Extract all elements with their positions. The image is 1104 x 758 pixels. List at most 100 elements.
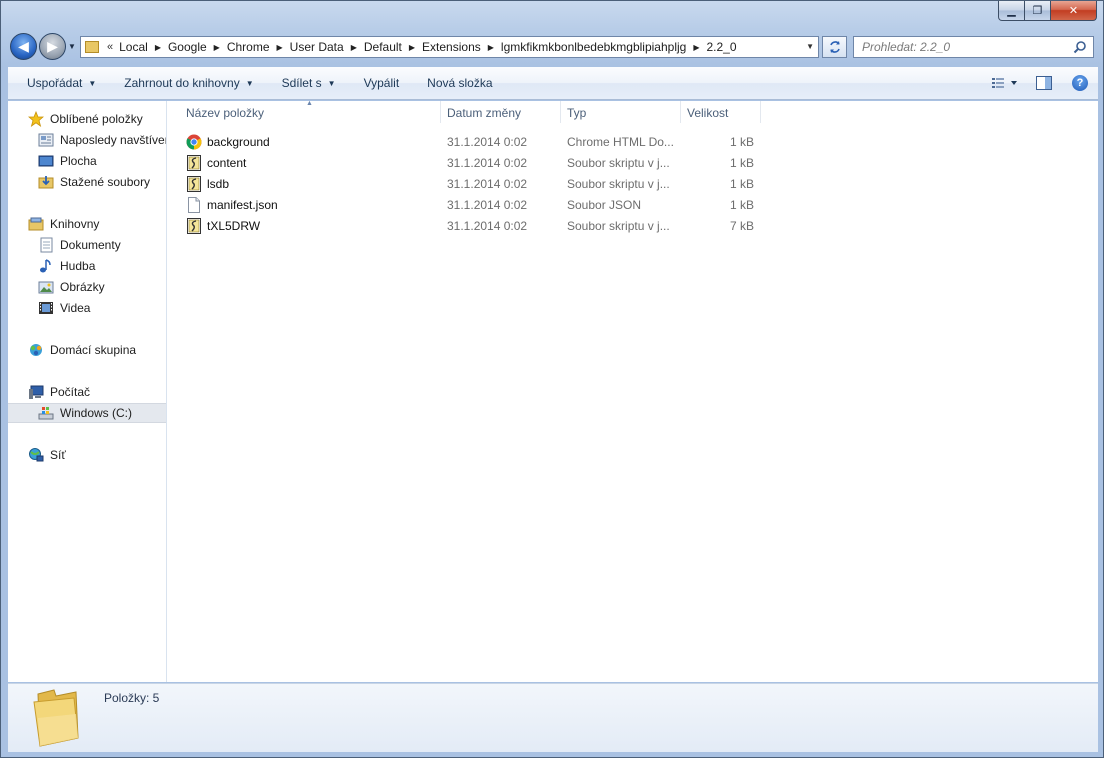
computer-icon	[28, 384, 44, 400]
breadcrumb-chrome[interactable]: Chrome ▶	[227, 40, 290, 54]
refresh-icon	[829, 41, 840, 53]
file-size: 1 kB	[729, 176, 754, 191]
forward-button[interactable]: ▶	[39, 33, 66, 60]
documents-icon	[38, 237, 54, 253]
file-row[interactable]: lsdb 31.1.2014 0:02 Soubor skriptu v j..…	[168, 173, 768, 194]
explorer-window: ▁ ❐ ✕ ◀ ▶ ▼ « Local ▶ Google ▶ Chrome ▶ Use…	[0, 0, 1104, 758]
breadcrumb-overflow-button[interactable]: «	[107, 41, 113, 53]
file-name-cell[interactable]: content	[186, 152, 436, 173]
burn-button[interactable]: Vypálit	[350, 67, 414, 99]
file-name: manifest.json	[207, 197, 278, 212]
nav-desktop[interactable]: Plocha	[38, 151, 166, 171]
client-area: Oblíbené položky Naposledy navštívené Pl…	[8, 100, 1098, 682]
file-name-cell[interactable]: manifest.json	[186, 194, 436, 215]
file-name-cell[interactable]: background	[186, 131, 436, 152]
libraries-icon	[28, 216, 44, 232]
breadcrumb-version[interactable]: 2.2_0	[707, 40, 737, 54]
address-bar[interactable]: « Local ▶ Google ▶ Chrome ▶ User Data ▶ Defa…	[80, 36, 819, 58]
navigation-pane[interactable]: Oblíbené položky Naposledy navštívené Pl…	[8, 101, 167, 682]
nav-network-label: Síť	[50, 448, 66, 462]
file-name: content	[207, 155, 247, 170]
nav-recent-label: Naposledy navštívené	[60, 133, 167, 147]
breadcrumb-arrow-icon[interactable]: ▶	[155, 43, 161, 52]
change-view-button[interactable]	[986, 67, 1026, 99]
nav-music-label: Hudba	[60, 259, 96, 273]
breadcrumb-default[interactable]: Default ▶	[364, 40, 422, 54]
address-history-dropdown-icon[interactable]: ▼	[806, 42, 814, 51]
search-input[interactable]	[862, 40, 1062, 54]
nav-homegroup-label: Domácí skupina	[50, 343, 137, 357]
breadcrumb-arrow-icon[interactable]: ▶	[693, 43, 699, 52]
nav-videos-label: Videa	[60, 301, 91, 315]
preview-pane-button[interactable]	[1026, 67, 1062, 99]
breadcrumb-extensions[interactable]: Extensions ▶	[422, 40, 501, 54]
file-row[interactable]: content 31.1.2014 0:02 Soubor skriptu v …	[168, 152, 768, 173]
organize-menu-button[interactable]: Uspořádat ▼	[8, 67, 110, 99]
breadcrumb-google[interactable]: Google ▶	[168, 40, 227, 54]
search-box[interactable]	[853, 36, 1094, 58]
folder-icon	[85, 41, 99, 53]
nav-recent-places[interactable]: Naposledy navštívené	[38, 130, 167, 150]
nav-homegroup[interactable]: Domácí skupina	[28, 340, 166, 360]
file-name-cell[interactable]: tXL5DRW	[186, 215, 436, 236]
back-button[interactable]: ◀	[10, 33, 37, 60]
file-type: Soubor skriptu v j...	[567, 155, 670, 170]
column-header-date[interactable]: Datum změny	[429, 101, 561, 124]
breadcrumb-local[interactable]: Local ▶	[119, 40, 168, 54]
file-size: 1 kB	[729, 155, 754, 170]
nav-drive-c-label: Windows (C:)	[60, 406, 133, 420]
preview-pane-icon	[1036, 76, 1052, 90]
sort-ascending-icon: ▲	[306, 100, 313, 107]
minimize-button[interactable]: ▁	[998, 1, 1025, 21]
column-header-size[interactable]: Velikost	[669, 101, 759, 124]
nav-pictures[interactable]: Obrázky	[38, 277, 166, 297]
nav-documents[interactable]: Dokumenty	[38, 235, 166, 255]
breadcrumb-arrow-icon[interactable]: ▶	[277, 43, 283, 52]
nav-downloads[interactable]: Stažené soubory	[38, 172, 166, 192]
nav-drive-c[interactable]: Windows (C:)	[8, 403, 166, 423]
maximize-button[interactable]: ❐	[1025, 1, 1051, 21]
file-list-view[interactable]: ▲ Název položky Datum změny Typ Velikost	[168, 100, 1098, 682]
item-count-label: Položky: 5	[104, 691, 160, 705]
refresh-button[interactable]	[822, 36, 847, 58]
nav-favorites[interactable]: Oblíbené položky	[28, 109, 166, 129]
title-bar[interactable]: ▁ ❐ ✕	[1, 1, 1103, 29]
nav-libraries[interactable]: Knihovny	[28, 214, 166, 234]
search-icon[interactable]	[1073, 40, 1087, 54]
file-name: tXL5DRW	[207, 218, 261, 233]
music-icon	[38, 258, 54, 274]
breadcrumb-arrow-icon[interactable]: ▶	[488, 43, 494, 52]
nav-downloads-label: Stažené soubory	[60, 175, 151, 189]
column-header-name[interactable]: ▲ Název položky	[168, 100, 440, 124]
nav-music[interactable]: Hudba	[38, 256, 166, 276]
breadcrumb-arrow-icon[interactable]: ▶	[214, 43, 220, 52]
breadcrumb-arrow-icon[interactable]: ▶	[351, 43, 357, 52]
downloads-folder-icon	[38, 174, 54, 190]
column-header-type[interactable]: Typ	[549, 101, 681, 124]
dropdown-arrow-icon: ▼	[88, 78, 97, 88]
breadcrumb-user-data[interactable]: User Data ▶	[290, 40, 364, 54]
share-with-button[interactable]: Sdílet s ▼	[268, 67, 350, 99]
new-folder-button[interactable]: Nová složka	[413, 67, 506, 99]
nav-network[interactable]: Síť	[28, 445, 166, 465]
file-row[interactable]: background 31.1.2014 0:02 Chrome HTML Do…	[168, 131, 768, 152]
file-type: Soubor JSON	[567, 197, 642, 212]
include-in-library-button[interactable]: Zahrnout do knihovny ▼	[110, 67, 267, 99]
file-name-cell[interactable]: lsdb	[186, 173, 436, 194]
file-type: Soubor skriptu v j...	[567, 176, 670, 191]
nav-computer[interactable]: Počítač	[28, 382, 166, 402]
column-divider[interactable]	[760, 101, 761, 123]
recent-pages-dropdown-icon[interactable]: ▼	[68, 42, 76, 51]
file-date: 31.1.2014 0:02	[447, 134, 528, 149]
help-button[interactable]: ?	[1062, 67, 1098, 99]
file-type: Chrome HTML Do...	[567, 134, 674, 149]
close-button[interactable]: ✕	[1051, 1, 1097, 21]
file-row[interactable]: manifest.json 31.1.2014 0:02 Soubor JSON…	[168, 194, 768, 215]
file-row[interactable]: tXL5DRW 31.1.2014 0:02 Soubor skriptu v …	[168, 215, 768, 236]
command-bar-right: ?	[986, 67, 1098, 99]
nav-videos[interactable]: Videa	[38, 298, 166, 318]
nav-favorites-label: Oblíbené položky	[50, 112, 143, 126]
dropdown-arrow-icon: ▼	[327, 78, 336, 88]
breadcrumb-arrow-icon[interactable]: ▶	[409, 43, 415, 52]
breadcrumb-extension-id[interactable]: lgmkfikmkbonlbedebkmgblipiahpljg ▶	[501, 40, 707, 54]
